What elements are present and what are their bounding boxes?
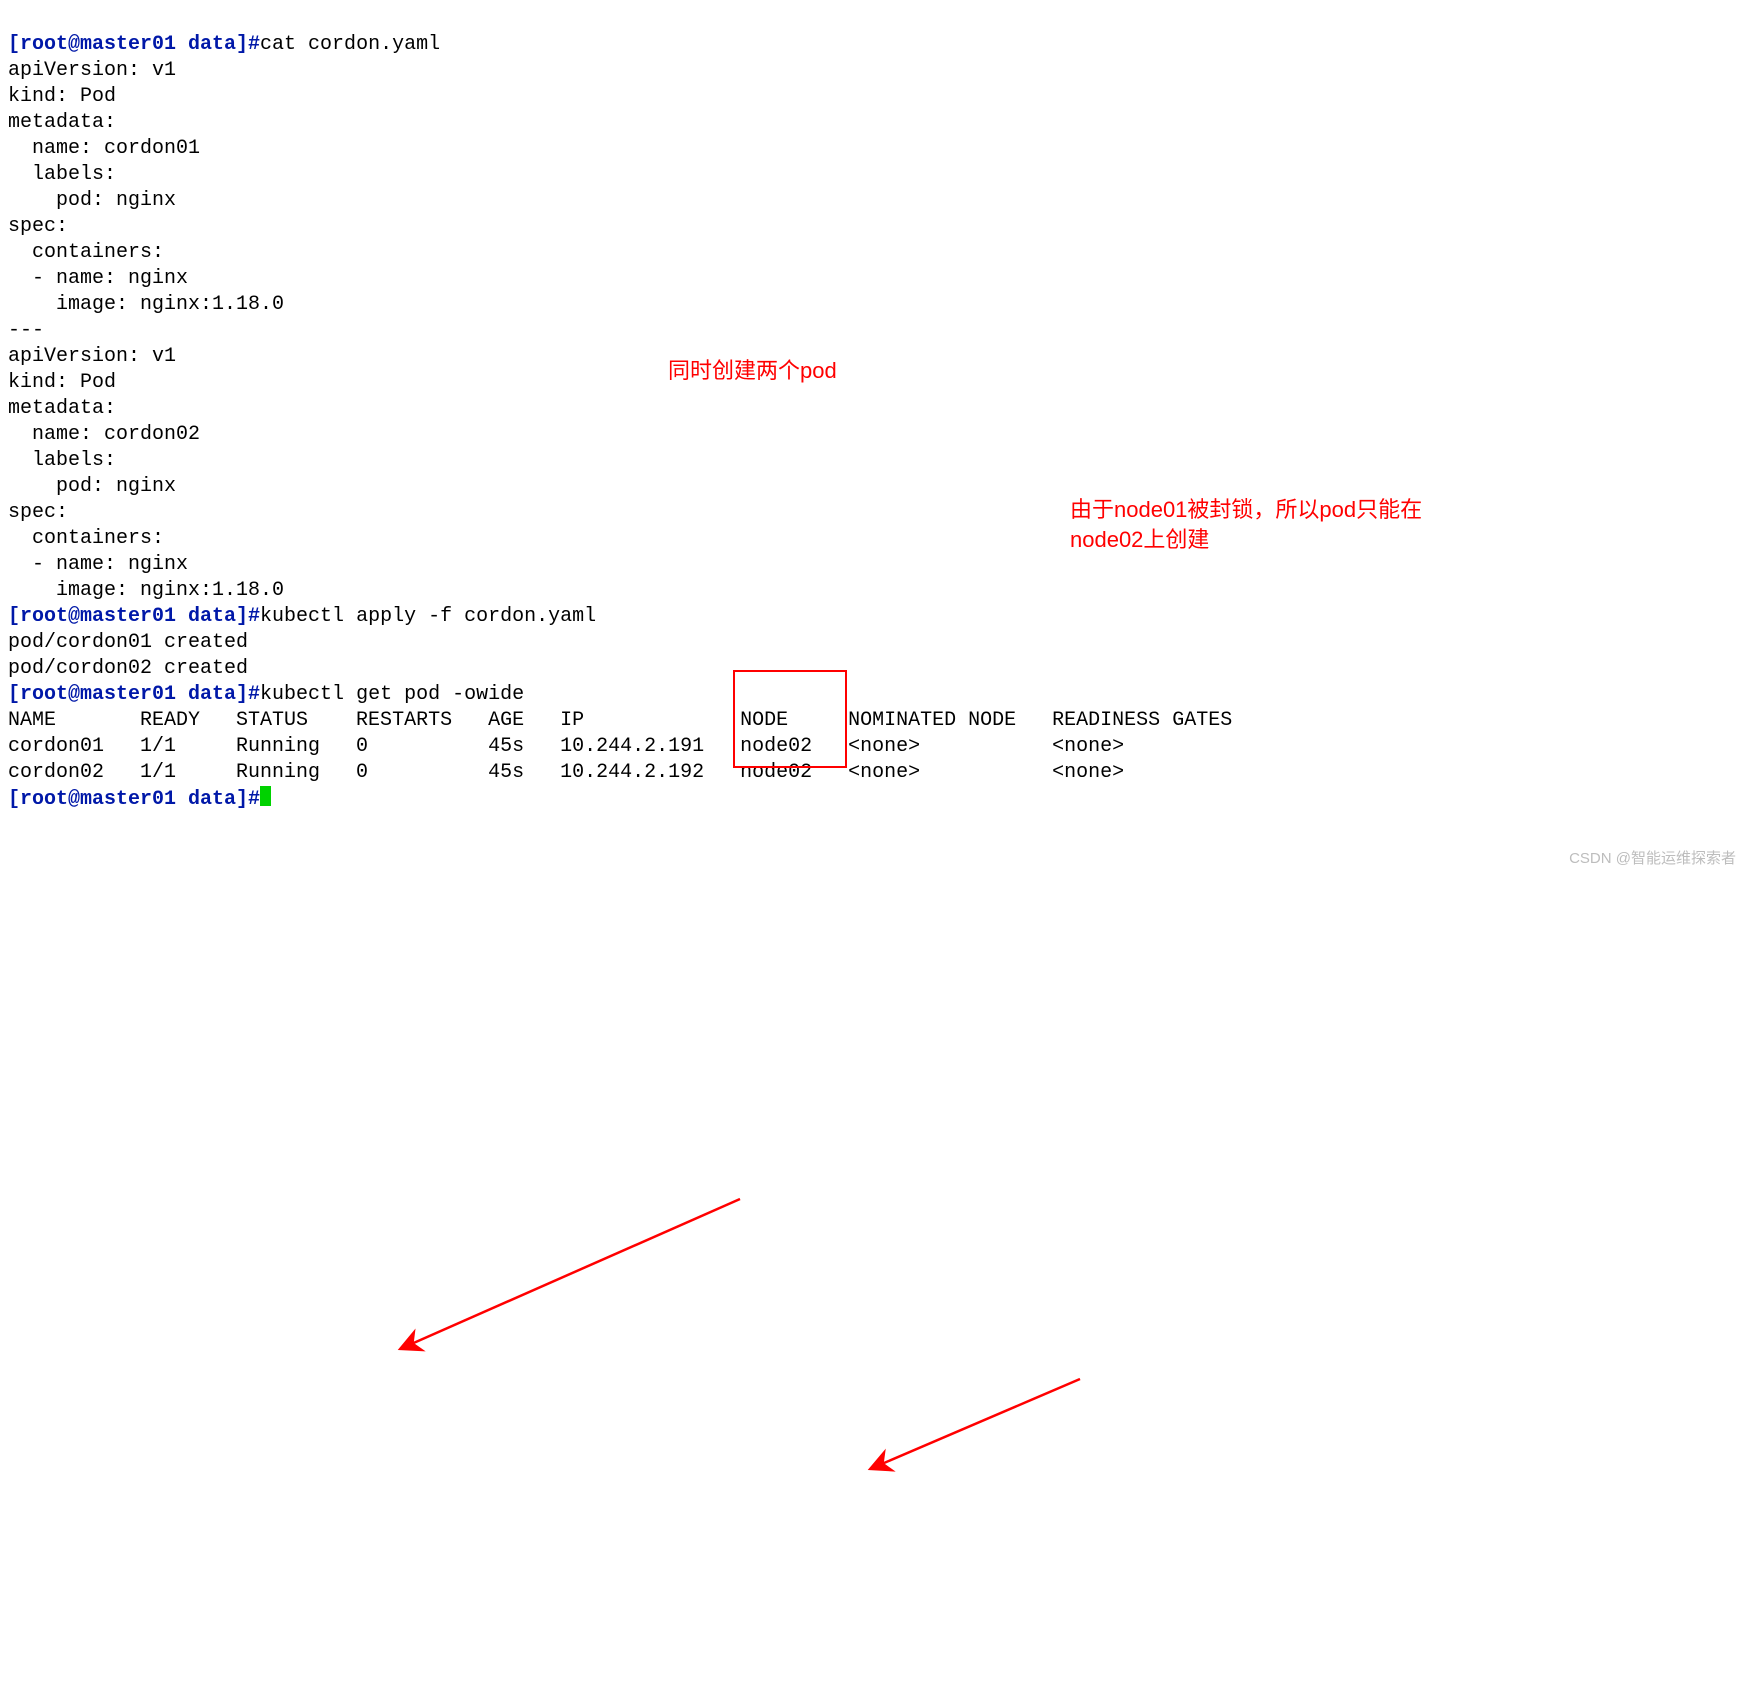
- arrow-line-1: [400, 1199, 740, 1349]
- yaml-line: - name: nginx: [8, 553, 188, 576]
- annotation-text-line: 由于node01被封锁，所以pod只能在: [1070, 497, 1422, 522]
- yaml-line: metadata:: [8, 111, 116, 134]
- yaml-line: labels:: [8, 449, 116, 472]
- watermark-text: CSDN @智能运维探索者: [1569, 846, 1736, 872]
- yaml-line: kind: Pod: [8, 85, 116, 108]
- prompt: [root@master01 data]#: [8, 605, 260, 628]
- highlight-box-node: [733, 670, 847, 768]
- yaml-line: image: nginx:1.18.0: [8, 579, 284, 602]
- annotation-text: 同时创建两个pod: [668, 358, 837, 383]
- table-header: NAME READY STATUS RESTARTS AGE IP NODE N…: [8, 709, 1232, 732]
- annotation-node01-cordoned: 由于node01被封锁，所以pod只能在 node02上创建: [1070, 495, 1422, 555]
- terminal[interactable]: [root@master01 data]#cat cordon.yaml api…: [0, 0, 1754, 819]
- arrow-icon: [0, 819, 1754, 1703]
- yaml-line: pod: nginx: [8, 475, 176, 498]
- yaml-line: apiVersion: v1: [8, 59, 176, 82]
- yaml-line: name: cordon02: [8, 423, 200, 446]
- prompt: [root@master01 data]#: [8, 788, 260, 811]
- yaml-line: - name: nginx: [8, 267, 188, 290]
- cmd-get: kubectl get pod -owide: [260, 683, 524, 706]
- apply-output: pod/cordon02 created: [8, 657, 248, 680]
- yaml-line: name: cordon01: [8, 137, 200, 160]
- yaml-line: apiVersion: v1: [8, 345, 176, 368]
- yaml-line: containers:: [8, 241, 164, 264]
- yaml-line: spec:: [8, 215, 68, 238]
- yaml-line: ---: [8, 319, 44, 342]
- annotation-text-line: node02上创建: [1070, 527, 1209, 552]
- yaml-line: kind: Pod: [8, 371, 116, 394]
- cursor-icon: [260, 786, 271, 806]
- yaml-line: image: nginx:1.18.0: [8, 293, 284, 316]
- table-row: cordon01 1/1 Running 0 45s 10.244.2.191 …: [8, 735, 1124, 758]
- yaml-line: pod: nginx: [8, 189, 176, 212]
- table-row: cordon02 1/1 Running 0 45s 10.244.2.192 …: [8, 761, 1124, 784]
- prompt: [root@master01 data]#: [8, 683, 260, 706]
- yaml-line: spec:: [8, 501, 68, 524]
- cmd-cat: cat cordon.yaml: [260, 33, 440, 56]
- yaml-line: labels:: [8, 163, 116, 186]
- yaml-line: containers:: [8, 527, 164, 550]
- cmd-apply: kubectl apply -f cordon.yaml: [260, 605, 596, 628]
- prompt: [root@master01 data]#: [8, 33, 260, 56]
- yaml-line: metadata:: [8, 397, 116, 420]
- arrow-line-2: [870, 1379, 1080, 1469]
- annotation-create-two-pods: 同时创建两个pod: [668, 356, 837, 386]
- apply-output: pod/cordon01 created: [8, 631, 248, 654]
